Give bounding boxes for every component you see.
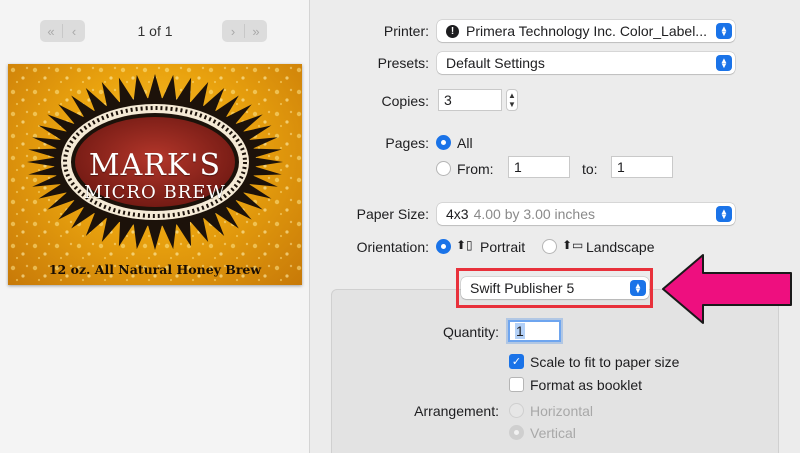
stepper-down-icon: ▼ [508, 100, 516, 109]
page-nav-back-group: « ‹ [40, 20, 85, 42]
next-page-button[interactable]: › [222, 20, 244, 42]
pointer-arrow-icon [662, 254, 792, 324]
double-chevron-left-icon: « [47, 23, 55, 39]
orientation-label: Orientation: [356, 239, 429, 255]
orientation-portrait-label: Portrait [480, 239, 526, 255]
presets-popup[interactable]: Default Settings ▲ ▼ [437, 52, 735, 74]
chevron-left-icon: ‹ [71, 23, 77, 39]
stepper-up-icon: ▲ [508, 91, 516, 100]
label-title-line-2: MICRO BREW [84, 182, 226, 203]
arrangement-label: Arrangement: [414, 403, 499, 419]
checkmark-icon: ✓ [511, 356, 522, 368]
pages-all-radio[interactable] [436, 135, 451, 150]
pages-to-input[interactable]: 1 [611, 156, 673, 178]
paper-size-detail: 4.00 by 3.00 inches [473, 206, 595, 222]
double-chevron-right-icon: » [252, 23, 260, 39]
warning-icon: ! [446, 24, 459, 38]
popup-chevron-icon: ▲ ▼ [716, 23, 732, 39]
quantity-label: Quantity: [442, 324, 499, 340]
highlight-box [456, 268, 653, 308]
label-preview: MARK'S MICRO BREW 12 oz. All Natural Hon… [8, 64, 302, 285]
printer-popup[interactable]: ! Primera Technology Inc. Color_Label...… [437, 20, 735, 42]
printer-value: Primera Technology Inc. Color_Label... [466, 23, 707, 39]
pages-from-radio[interactable] [436, 161, 451, 176]
presets-value: Default Settings [446, 55, 545, 71]
copies-stepper[interactable]: ▲ ▼ [506, 89, 518, 111]
copies-label: Copies: [381, 93, 429, 109]
arrangement-vertical-radio[interactable] [509, 425, 524, 440]
chevron-right-icon: › [230, 23, 236, 39]
previous-page-button[interactable]: ‹ [63, 20, 85, 42]
preview-pane: « ‹ 1 of 1 › » MARK'S MICRO BREW 12 oz. … [0, 0, 310, 453]
pages-to-label: to: [582, 161, 598, 177]
label-title-line-1: MARK'S [88, 148, 222, 183]
popup-chevron-icon: ▲ ▼ [716, 206, 732, 222]
label-footer-text: 12 oz. All Natural Honey Brew [48, 262, 262, 277]
format-booklet-label: Format as booklet [530, 377, 643, 393]
portrait-icon: ⬆▯ [456, 238, 473, 252]
paper-size-value: 4x3 [446, 206, 469, 222]
first-page-button[interactable]: « [40, 20, 62, 42]
paper-size-label: Paper Size: [356, 206, 429, 222]
arrangement-vertical-label: Vertical [530, 425, 576, 441]
quantity-input[interactable]: 1 [508, 320, 561, 342]
arrangement-horizontal-label: Horizontal [530, 403, 594, 419]
presets-label: Presets: [377, 55, 429, 71]
scale-to-fit-label: Scale to fit to paper size [530, 354, 680, 370]
format-booklet-checkbox[interactable] [509, 377, 524, 392]
landscape-icon: ⬆▭ [562, 238, 584, 252]
printer-label: Printer: [383, 23, 429, 39]
pages-all-label: All [457, 135, 473, 151]
pages-label: Pages: [385, 135, 429, 151]
pages-from-label: From: [457, 161, 494, 177]
scale-to-fit-checkbox[interactable]: ✓ [509, 354, 524, 369]
page-indicator: 1 of 1 [137, 23, 173, 39]
orientation-portrait-radio[interactable] [436, 239, 451, 254]
quantity-value: 1 [515, 323, 525, 339]
arrangement-horizontal-radio[interactable] [509, 403, 524, 418]
orientation-landscape-radio[interactable] [542, 239, 557, 254]
last-page-button[interactable]: » [245, 20, 267, 42]
print-settings-pane: Printer: ! Primera Technology Inc. Color… [311, 0, 800, 453]
page-nav-forward-group: › » [222, 20, 267, 42]
copies-input[interactable]: 3 [438, 89, 502, 111]
pages-from-input[interactable]: 1 [508, 156, 570, 178]
popup-chevron-icon: ▲ ▼ [716, 55, 732, 71]
orientation-landscape-label: Landscape [586, 239, 655, 255]
paper-size-popup[interactable]: 4x3 4.00 by 3.00 inches ▲ ▼ [437, 203, 735, 225]
